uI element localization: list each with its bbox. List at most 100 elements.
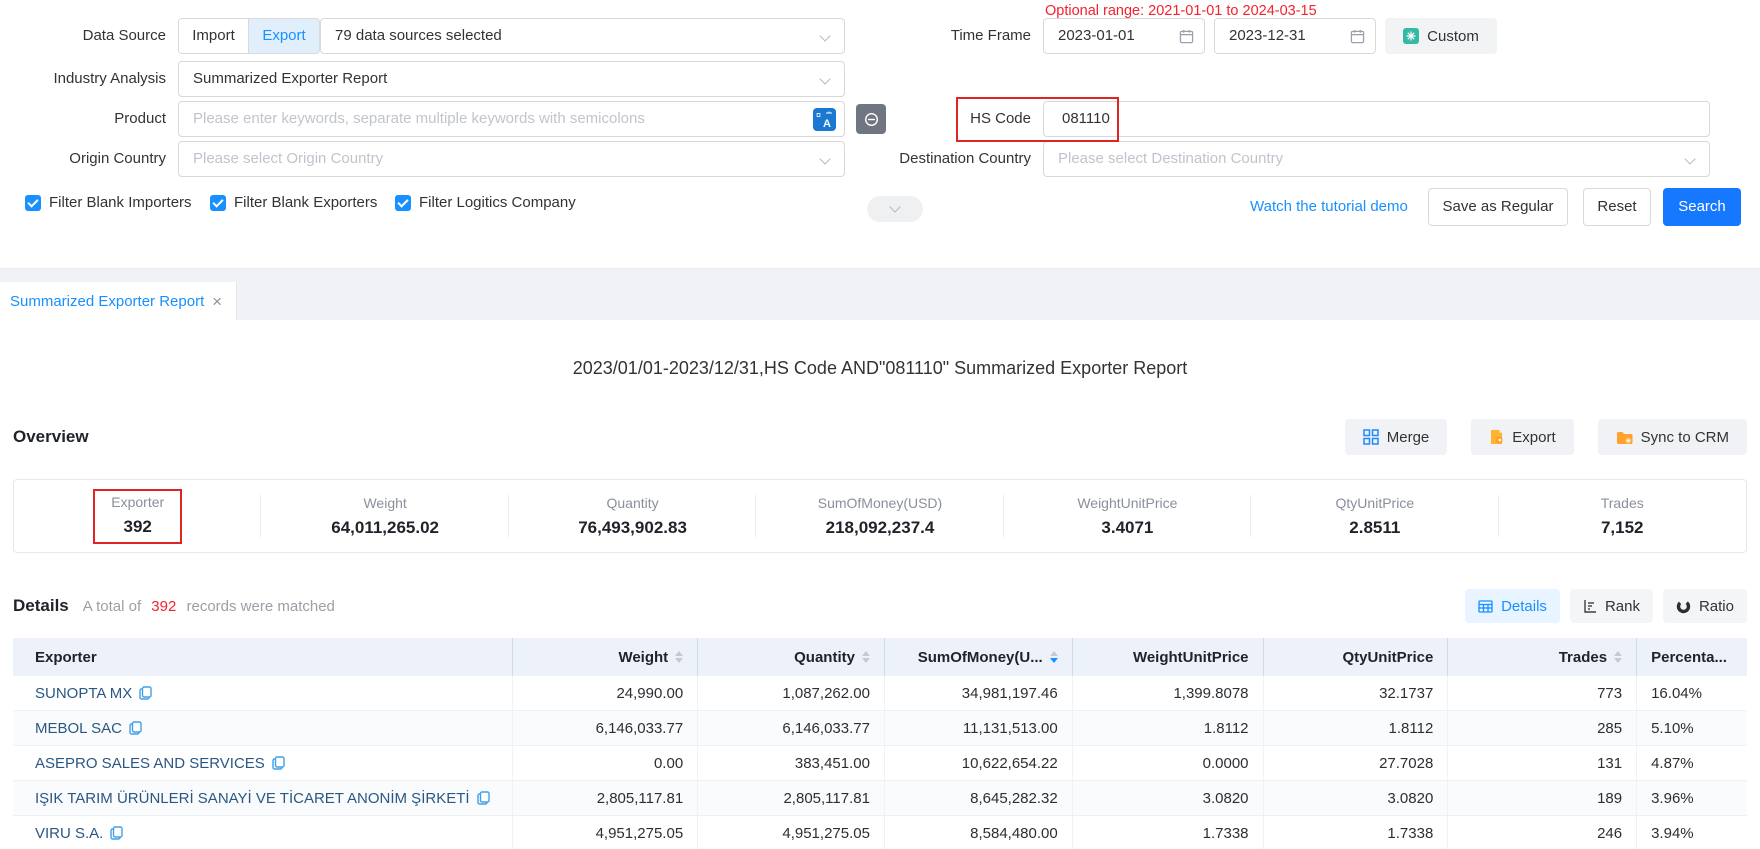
copy-icon[interactable]	[110, 826, 123, 840]
column-header-trades[interactable]: Trades	[1448, 638, 1637, 676]
filter-blank-importers-checkbox[interactable]: Filter Blank Importers	[25, 194, 192, 211]
product-input[interactable]: Please enter keywords, separate multiple…	[178, 101, 845, 137]
exporter-highlight-box: Exporter 392	[93, 489, 182, 544]
end-date-input[interactable]: 2023-12-31	[1214, 18, 1376, 54]
industry-analysis-value: Summarized Exporter Report	[193, 70, 387, 87]
optional-range-hint: Optional range: 2021-01-01 to 2024-03-15	[1045, 3, 1317, 19]
merge-label: Merge	[1387, 429, 1430, 446]
copy-icon[interactable]	[272, 756, 285, 770]
hs-code-input[interactable]: 081110	[1043, 101, 1710, 137]
stat-value: 3.4071	[1004, 518, 1251, 538]
stat-quantity: Quantity 76,493,902.83	[509, 495, 756, 538]
tab-bar: Summarized Exporter Report ×	[0, 268, 1760, 320]
calendar-icon	[1350, 29, 1365, 44]
stat-weight: Weight 64,011,265.02	[261, 495, 508, 538]
column-header-exporter: Exporter	[13, 638, 513, 676]
stat-trades: Trades 7,152	[1499, 495, 1746, 538]
table-icon	[1478, 600, 1493, 613]
exporter-cell: MEBOL SAC	[13, 711, 513, 745]
qty-unit-price-cell: 1.7338	[1264, 816, 1449, 849]
image-search-button[interactable]	[856, 104, 886, 134]
circled-minus-icon	[863, 111, 880, 128]
column-header-qty-unit-price: QtyUnitPrice	[1264, 638, 1449, 676]
weight-cell: 4,951,275.05	[513, 816, 698, 849]
stat-exporter: Exporter 392	[14, 489, 261, 544]
origin-country-select[interactable]: Please select Origin Country	[178, 141, 845, 177]
details-table: Exporter Weight Quantity SumOfMoney(U...…	[13, 638, 1747, 849]
report-title: 2023/01/01-2023/12/31,HS Code AND"081110…	[0, 358, 1760, 379]
import-toggle[interactable]: Import	[179, 19, 249, 53]
column-header-quantity[interactable]: Quantity	[698, 638, 885, 676]
weight-cell: 2,805,117.81	[513, 781, 698, 815]
filter-blank-exporters-checkbox[interactable]: Filter Blank Exporters	[210, 194, 377, 211]
close-icon[interactable]: ×	[212, 293, 222, 310]
stat-label: QtyUnitPrice	[1251, 495, 1498, 511]
stat-label: Quantity	[509, 495, 756, 511]
weight-cell: 0.00	[513, 746, 698, 780]
custom-range-button[interactable]: Custom	[1385, 18, 1497, 54]
qty-unit-price-cell: 3.0820	[1264, 781, 1449, 815]
table-row: ASEPRO SALES AND SERVICES 0.00 383,451.0…	[13, 746, 1747, 781]
merge-button[interactable]: Merge	[1345, 419, 1448, 455]
checkbox-label: Filter Blank Exporters	[234, 194, 377, 211]
percentage-cell: 3.94%	[1637, 816, 1747, 849]
checkbox-checked-icon	[210, 195, 226, 211]
translate-icon[interactable]: ¤A	[813, 108, 836, 131]
industry-analysis-select[interactable]: Summarized Exporter Report	[178, 61, 845, 97]
destination-country-label: Destination Country	[871, 141, 1031, 177]
stat-value: 2.8511	[1251, 518, 1498, 538]
sort-icon[interactable]	[862, 647, 870, 667]
view-details-label: Details	[1501, 598, 1547, 615]
view-rank-button[interactable]: Rank	[1570, 589, 1653, 623]
weight-unit-price-cell: 1,399.8078	[1073, 676, 1264, 710]
exporter-link[interactable]: MEBOL SAC	[35, 720, 122, 737]
percentage-cell: 16.04%	[1637, 676, 1747, 710]
copy-icon[interactable]	[139, 686, 152, 700]
export-button[interactable]: Export	[1471, 419, 1573, 455]
export-label: Export	[1512, 429, 1555, 446]
trades-cell: 285	[1448, 711, 1637, 745]
collapse-filters-button[interactable]	[867, 196, 923, 222]
column-header-sum-of-money[interactable]: SumOfMoney(U...	[885, 638, 1073, 676]
svg-text:A: A	[823, 118, 831, 130]
stat-label: Weight	[261, 495, 508, 511]
stat-value: 218,092,237.4	[756, 518, 1003, 538]
destination-country-select[interactable]: Please select Destination Country	[1043, 141, 1710, 177]
sync-folder-icon	[1616, 430, 1633, 445]
exporter-link[interactable]: IŞIK TARIM ÜRÜNLERİ SANAYİ VE TİCARET AN…	[35, 790, 470, 807]
filter-logitics-company-checkbox[interactable]: Filter Logitics Company	[395, 194, 576, 211]
sort-icon[interactable]	[675, 647, 683, 667]
stat-weight-unit-price: WeightUnitPrice 3.4071	[1004, 495, 1251, 538]
start-date-input[interactable]: 2023-01-01	[1043, 18, 1205, 54]
exporter-link[interactable]: ASEPRO SALES AND SERVICES	[35, 755, 265, 772]
calendar-icon	[1179, 29, 1194, 44]
tutorial-link[interactable]: Watch the tutorial demo	[1250, 198, 1408, 215]
exporter-link[interactable]: SUNOPTA MX	[35, 685, 132, 702]
column-header-weight[interactable]: Weight	[513, 638, 698, 676]
data-sources-select[interactable]: 79 data sources selected	[320, 18, 845, 54]
sum-cell: 34,981,197.46	[885, 676, 1073, 710]
search-button[interactable]: Search	[1663, 188, 1741, 226]
copy-icon[interactable]	[477, 791, 490, 805]
exporter-link[interactable]: VIRU S.A.	[35, 825, 103, 842]
stat-label: WeightUnitPrice	[1004, 495, 1251, 511]
weight-unit-price-cell: 1.7338	[1073, 816, 1264, 849]
view-details-button[interactable]: Details	[1465, 589, 1560, 623]
quantity-cell: 4,951,275.05	[698, 816, 885, 849]
reset-button[interactable]: Reset	[1583, 188, 1651, 226]
exporter-cell: ASEPRO SALES AND SERVICES	[13, 746, 513, 780]
view-ratio-button[interactable]: Ratio	[1663, 589, 1747, 623]
quantity-cell: 6,146,033.77	[698, 711, 885, 745]
copy-icon[interactable]	[129, 721, 142, 735]
sort-icon-active-desc[interactable]	[1050, 647, 1058, 667]
export-toggle[interactable]: Export	[249, 19, 319, 53]
destination-country-placeholder: Please select Destination Country	[1058, 150, 1283, 167]
sum-cell: 10,622,654.22	[885, 746, 1073, 780]
save-as-regular-button[interactable]: Save as Regular	[1428, 188, 1568, 226]
stat-value: 64,011,265.02	[261, 518, 508, 538]
weight-unit-price-cell: 1.8112	[1073, 711, 1264, 745]
rank-chart-icon	[1583, 599, 1597, 613]
tab-summarized-exporter-report[interactable]: Summarized Exporter Report ×	[0, 282, 237, 320]
sync-to-crm-button[interactable]: Sync to CRM	[1598, 419, 1747, 455]
sort-icon[interactable]	[1614, 647, 1622, 667]
